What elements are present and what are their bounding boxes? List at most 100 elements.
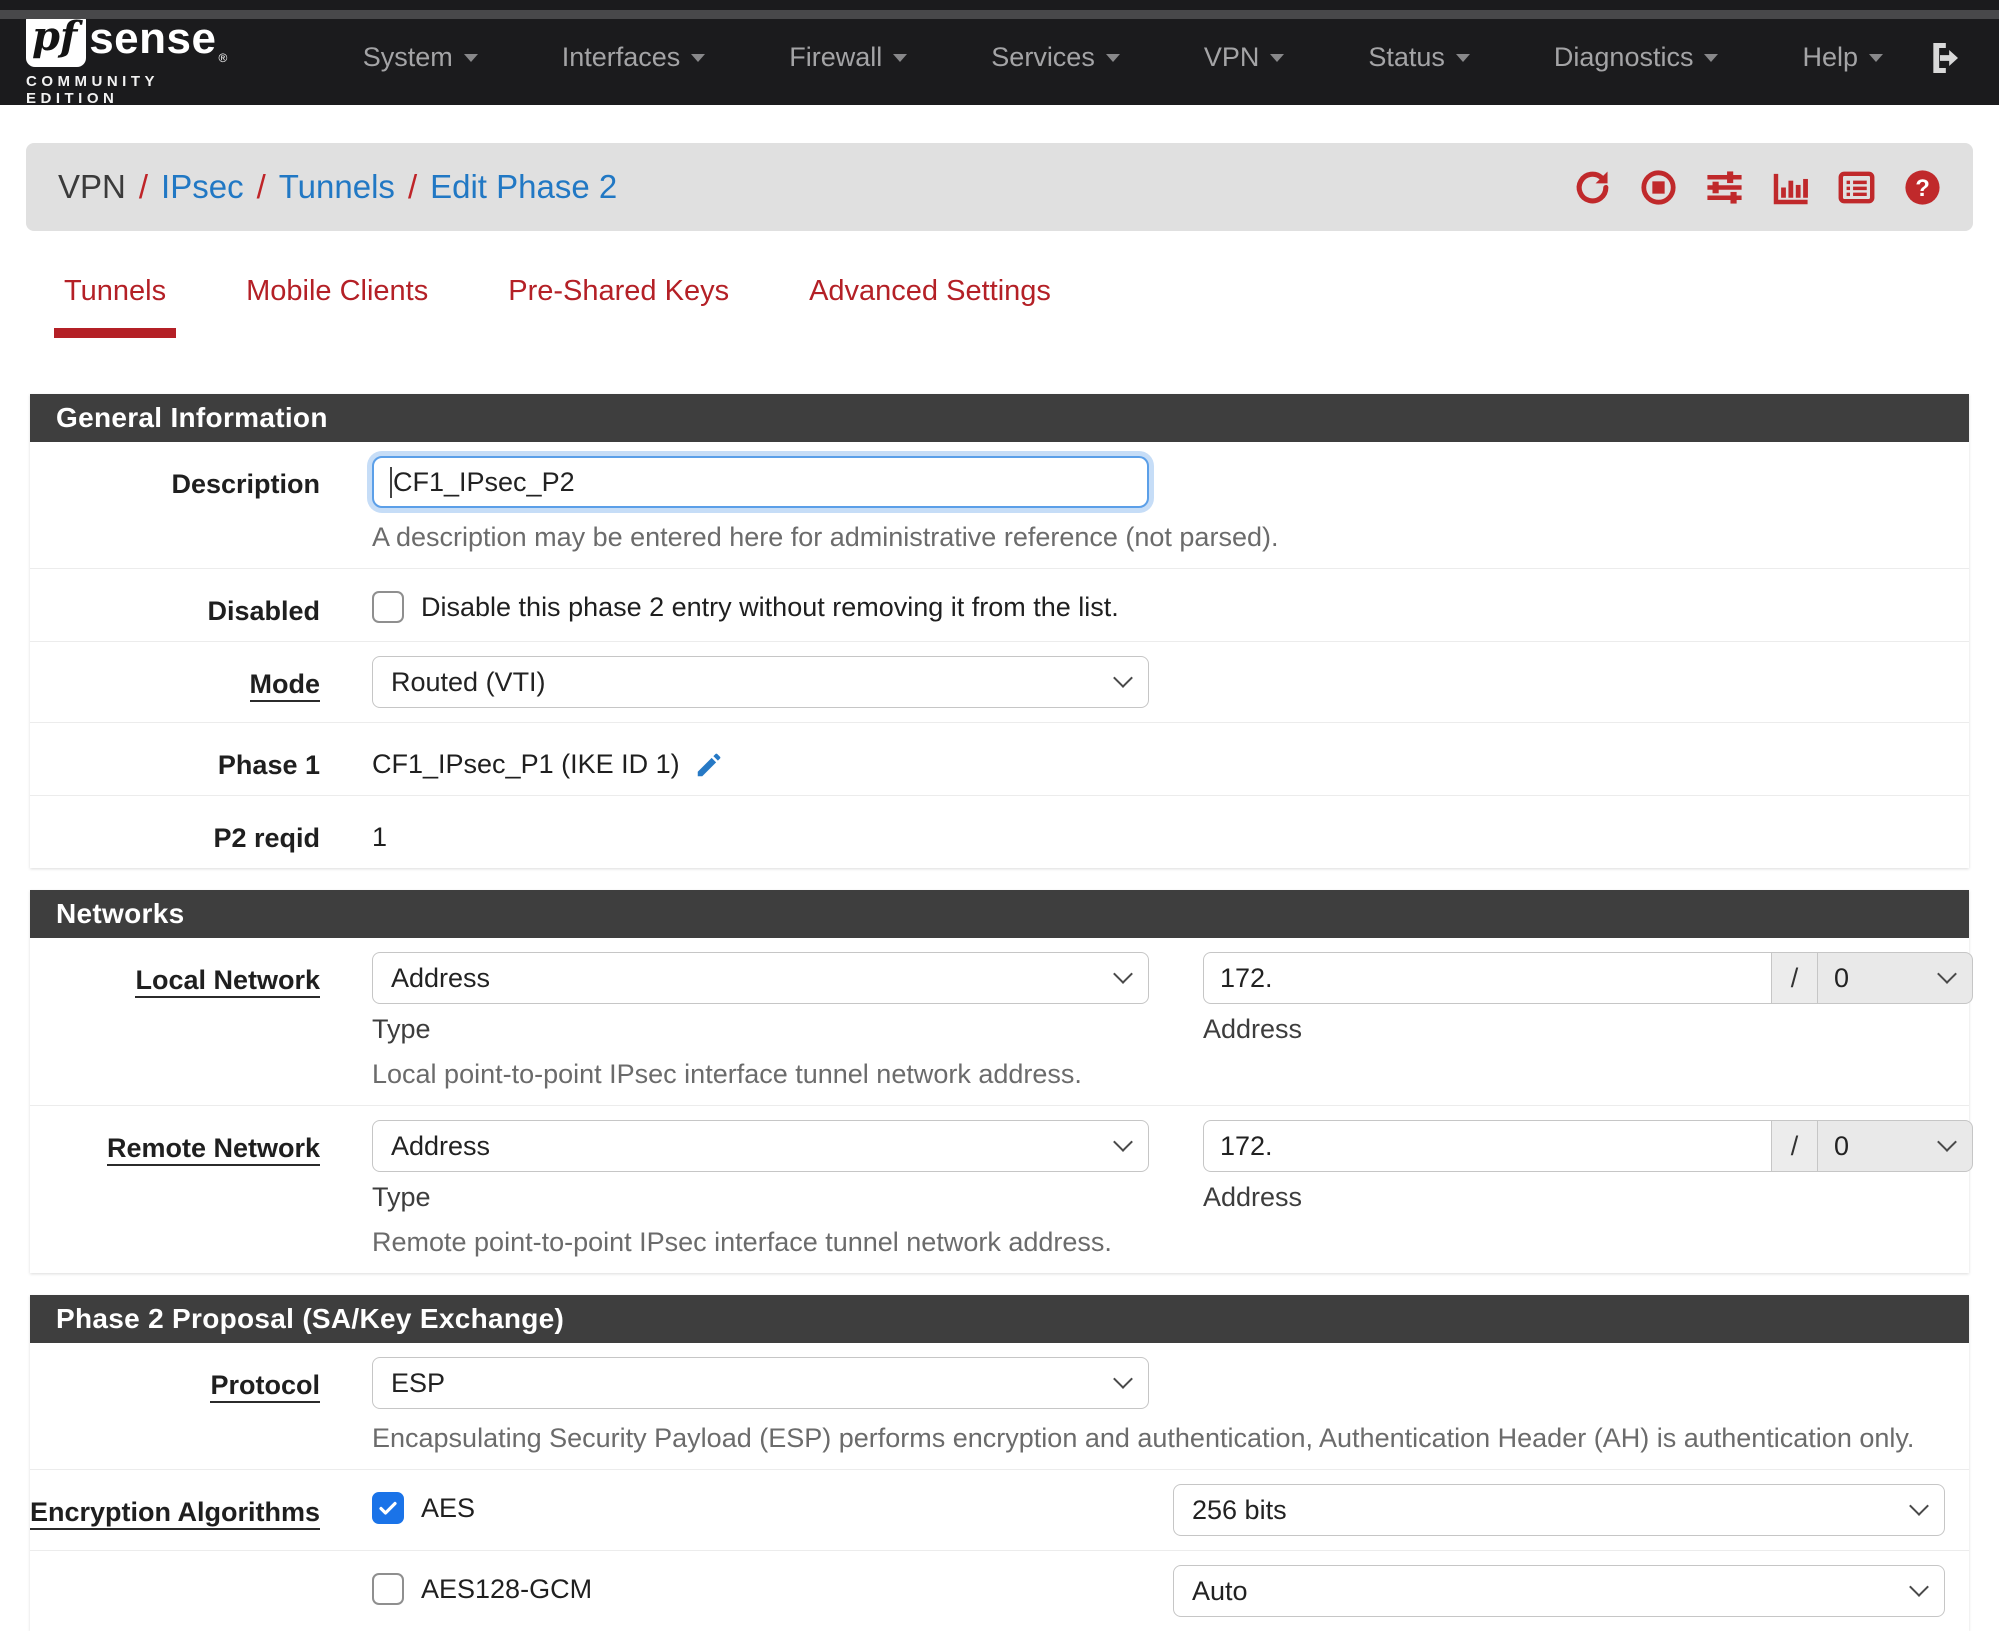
nav-item-system[interactable]: System [321, 42, 520, 73]
p2reqid-label: P2 reqid [213, 823, 320, 853]
breadcrumb-link-ipsec[interactable]: IPsec [161, 168, 244, 206]
chevron-down-icon [1270, 53, 1285, 62]
nav-item-diagnostics[interactable]: Diagnostics [1512, 42, 1761, 73]
remote-network-help: Remote point-to-point IPsec interface tu… [372, 1227, 1112, 1257]
local-network-row: Local Network Address Type 172. / 0 Addr… [30, 938, 1973, 1106]
help-icon[interactable]: ? [1902, 167, 1943, 208]
section-title: General Information [30, 394, 1969, 442]
phase2-proposal-panel: Phase 2 Proposal (SA/Key Exchange) Proto… [30, 1295, 1969, 1631]
refresh-icon[interactable] [1572, 167, 1613, 208]
remote-network-address-input[interactable]: 172. [1203, 1120, 1771, 1172]
sign-out-icon[interactable] [1925, 38, 1965, 78]
tab-pre-shared-keys[interactable]: Pre-Shared Keys [508, 275, 729, 338]
mode-value: Routed (VTI) [391, 666, 546, 697]
disabled-row: Disabled Disable this phase 2 entry with… [30, 569, 1969, 642]
mode-row: Mode Routed (VTI) [30, 642, 1969, 723]
remote-network-address-value: 172. [1220, 1130, 1273, 1161]
chevron-down-icon [1113, 1369, 1133, 1389]
nav-item-label: Interfaces [561, 42, 681, 72]
description-label: Description [171, 469, 320, 499]
chevron-down-icon [1113, 1132, 1133, 1152]
local-network-mask-value: 0 [1834, 962, 1850, 993]
breadcrumb-root: VPN [58, 168, 126, 205]
chevron-down-icon [1105, 53, 1120, 62]
protocol-value: ESP [391, 1367, 446, 1398]
nav-item-vpn[interactable]: VPN [1162, 42, 1327, 73]
remote-network-type-value: Address [391, 1130, 491, 1161]
description-help: A description may be entered here for ad… [372, 522, 1279, 552]
local-network-type-select[interactable]: Address [372, 952, 1149, 1004]
chevron-down-icon [1704, 53, 1719, 62]
pfsense-logo[interactable]: pf sense ® COMMUNITY EDITION [26, 10, 259, 107]
aes-checkbox[interactable] [372, 1492, 404, 1524]
tab-mobile-clients[interactable]: Mobile Clients [246, 275, 428, 338]
protocol-select[interactable]: ESP [372, 1357, 1149, 1409]
local-network-mask-select[interactable]: 0 [1817, 952, 1973, 1004]
description-row: Description CF1_IPsec_P2 A description m… [30, 442, 1969, 569]
chevron-down-icon [1113, 964, 1133, 984]
tab-tunnels[interactable]: Tunnels [53, 275, 177, 338]
top-navbar: pf sense ® COMMUNITY EDITION System Inte… [0, 0, 1999, 107]
local-network-help: Local point-to-point IPsec interface tun… [372, 1059, 1082, 1089]
mode-select[interactable]: Routed (VTI) [372, 656, 1149, 708]
nav-item-status[interactable]: Status [1326, 42, 1512, 73]
address-caption: Address [1203, 1182, 1303, 1212]
registered-mark: ® [218, 50, 228, 65]
breadcrumb-link-tunnels[interactable]: Tunnels [279, 168, 395, 206]
edit-pencil-icon[interactable] [694, 750, 724, 780]
encryption-aes-row: Encryption Algorithms AES 256 bits [30, 1470, 1969, 1551]
svg-text:?: ? [1915, 175, 1930, 202]
nav-item-firewall[interactable]: Firewall [747, 42, 949, 73]
mode-label: Mode [30, 656, 372, 708]
description-value: CF1_IPsec_P2 [393, 466, 575, 497]
phase1-row: Phase 1 CF1_IPsec_P1 (IKE ID 1) [30, 723, 1969, 796]
sliders-icon[interactable] [1704, 167, 1745, 208]
aes-checkbox-label: AES [421, 1492, 476, 1523]
general-information-panel: General Information Description CF1_IPse… [30, 394, 1969, 868]
list-alt-icon[interactable] [1836, 167, 1877, 208]
remote-network-mask-value: 0 [1834, 1130, 1850, 1161]
p2reqid-value: 1 [372, 822, 388, 852]
encryption-algorithms-label: Encryption Algorithms [30, 1484, 372, 1536]
tab-advanced-settings[interactable]: Advanced Settings [809, 275, 1051, 338]
description-input[interactable]: CF1_IPsec_P2 [372, 456, 1149, 508]
chevron-down-icon [1113, 668, 1133, 688]
nav-item-help[interactable]: Help [1760, 42, 1925, 73]
chevron-down-icon [1937, 1132, 1957, 1152]
chevron-down-icon [893, 53, 908, 62]
disabled-checkbox[interactable] [372, 591, 404, 623]
chevron-down-icon [1909, 1496, 1929, 1516]
local-network-address-input[interactable]: 172. [1203, 952, 1771, 1004]
chart-bar-icon[interactable] [1770, 167, 1811, 208]
nav-item-services[interactable]: Services [949, 42, 1162, 73]
breadcrumb: VPN / IPsec / Tunnels / Edit Phase 2 ? [26, 143, 1973, 231]
main-menu: System Interfaces Firewall Services VPN … [321, 42, 1925, 73]
aes128gcm-checkbox[interactable] [372, 1573, 404, 1605]
protocol-label: Protocol [30, 1357, 372, 1455]
remote-network-row: Remote Network Address Type 172. / 0 Add… [30, 1106, 1973, 1273]
nav-item-interfaces[interactable]: Interfaces [520, 42, 748, 73]
protocol-row: Protocol ESP Encapsulating Security Payl… [30, 1343, 1969, 1470]
pf-logo-badge: pf [26, 10, 87, 67]
disabled-label: Disabled [207, 596, 320, 626]
page-tabs: Tunnels Mobile Clients Pre-Shared Keys A… [53, 275, 1999, 338]
nav-item-label: Firewall [789, 42, 883, 72]
aes-keylen-select[interactable]: 256 bits [1173, 1484, 1945, 1536]
address-caption: Address [1203, 1014, 1303, 1044]
nav-item-label: Help [1802, 42, 1858, 72]
stop-circle-icon[interactable] [1638, 167, 1679, 208]
chevron-down-icon [1455, 53, 1470, 62]
remote-network-mask-select[interactable]: 0 [1817, 1120, 1973, 1172]
breadcrumb-separator: / [407, 168, 418, 205]
text-cursor [390, 466, 392, 498]
type-caption: Type [372, 1182, 431, 1212]
breadcrumb-separator: / [256, 168, 266, 205]
breadcrumb-link-edit-phase-2[interactable]: Edit Phase 2 [430, 168, 617, 206]
sense-logo-text: sense [89, 13, 217, 63]
community-edition-label: COMMUNITY EDITION [26, 72, 159, 107]
remote-network-label: Remote Network [30, 1120, 372, 1259]
remote-network-type-select[interactable]: Address [372, 1120, 1149, 1172]
chevron-down-icon [1869, 53, 1883, 62]
aes-keylen-value: 256 bits [1192, 1494, 1287, 1525]
disabled-checkbox-label: Disable this phase 2 entry without remov… [421, 591, 1119, 622]
